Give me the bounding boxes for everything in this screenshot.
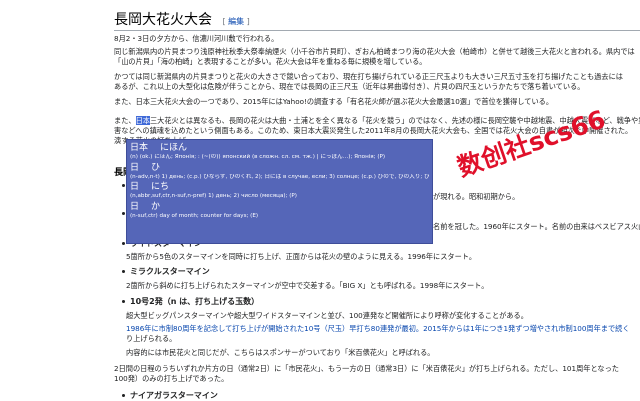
entry-headword: 日ひ	[130, 163, 429, 174]
paragraph-2b: あるが、これ以上の大型化は危険が伴うことから、現在では長岡の正三尺玉（近年は昇曲…	[114, 82, 585, 91]
bullet-miracle-text: 2箇所から斜めに打ち上げられたスターマインが空中で交差する。「BIG X」とも呼…	[126, 281, 489, 290]
entry-definition: (n,abbr,suf,ctr,n-suf,n-pref) 1) день; 2…	[130, 193, 297, 199]
bullet-niagara: ナイアガラスターマイン	[122, 390, 218, 401]
entry-definition: (n-adv,n-t) 1) день; (с.р.) ひならず, ひのくれ, …	[130, 173, 429, 180]
bullet-10go-sub3: 2日間の日程のうちいずれか片方の日（通常2日）に「市民花火」、もう一方の日（通常…	[114, 364, 619, 373]
popup-entry: 日本 にほん (n) (ok.) にほん; Японія; : (~(の)) яп…	[130, 143, 429, 162]
bullet-miracle-starmine: ミラクルスターマイン	[122, 266, 210, 277]
bullet-bes-tail: 名前を冠した。1960年にスタート。名前の由来はベスビアス火山。	[433, 222, 640, 231]
paragraph-2: かつては同じ新潟県内の片貝まつりと花火の大きさで競い合っており、現在打ち揚げられ…	[114, 72, 623, 81]
edit-section: [ 編集 ]	[222, 17, 250, 26]
entry-definition: (n-suf,ctr) day of month; counter for da…	[130, 212, 259, 219]
date-text: 8月2・3日の夕方から、信濃川河川敷で行われる。	[114, 34, 279, 43]
entry-headword: 日 にち	[130, 182, 429, 193]
bullet-10go-text: 超大型ビッグパンスターマインや超大型ワイドスターマインと並び、100連発など開催…	[126, 311, 528, 320]
entry-reading: か	[151, 201, 161, 212]
dictionary-popup: 日本 にほん (n) (ok.) にほん; Японія; : (~(の)) яп…	[126, 139, 433, 244]
section-title-text: 長岡大花火大会	[114, 12, 212, 28]
entry-reading: ひ	[151, 162, 161, 173]
entry-reading: にほん	[160, 143, 188, 153]
paragraph-3: また、日本三大花火大会の一つであり、2015年にはYahoo!の調査する「有名花…	[114, 97, 554, 106]
entry-headword: 日本 にほん	[130, 143, 429, 154]
section-title: 長岡大花火大会 [ 編集 ]	[114, 9, 250, 29]
bullet-10go-sub3b: 100発）のみの打ち上げであった。	[114, 374, 229, 383]
bullet-10go-sub1b: り上げられる。	[126, 334, 177, 343]
popup-entry: 日 にち (n,abbr,suf,ctr,n-suf,n-pref) 1) ден…	[130, 182, 429, 201]
title-divider	[114, 30, 640, 31]
entry-word: 日	[130, 162, 140, 173]
entry-headword: 日か	[130, 202, 429, 213]
edit-link[interactable]: 編集	[228, 17, 244, 26]
bullet-wide-text: 5箇所から5色のスターマインを同時に打ち上げ、正面からは花火の壁のように見える。…	[126, 252, 477, 261]
paragraph-date: 8月2・3日の夕方から、信濃川河川敷で行われる。	[114, 34, 640, 44]
p4-prefix: また、	[114, 116, 136, 125]
entry-reading: にち	[151, 182, 170, 192]
entry-word: 日	[130, 201, 140, 212]
entry-word: 日	[130, 182, 140, 192]
bullet-10go-sub1: 1986年に市制80周年を記念して打ち上げが開始された10号（尺玉）早打ち80連…	[126, 324, 630, 333]
bullet-10go-sub2: 内容的には市民花火と同じだが、こちらはスポンサーがついており「米百俵花火」と呼ば…	[126, 348, 435, 357]
entry-word: 日本	[130, 143, 149, 153]
entry-definition: (n) (ok.) にほん; Японія; : (~(の)) японский…	[130, 154, 386, 160]
bullet-10go: 10号2発（n は、打ち上げる玉数）	[122, 296, 259, 307]
paragraph-1: 同じ新潟県内の片貝まつり浅原神社秋季大祭奉納煙火（小千谷市片貝町）、ぎおん柏崎ま…	[114, 47, 635, 56]
popup-entry: 日ひ (n-adv,n-t) 1) день; (с.р.) ひならず, ひのく…	[130, 163, 429, 182]
highlighted-word[interactable]: 日本	[135, 116, 150, 125]
popup-entry: 日か (n-suf,ctr) day of month; counter for…	[130, 202, 429, 221]
bullet-fly-tail: が現れる。昭和初期から。	[433, 192, 520, 201]
paragraph-1b: 「山の片貝」「海の柏崎」と表現することが多い。花火大会は年を重ねる毎に規模を増し…	[114, 57, 427, 66]
